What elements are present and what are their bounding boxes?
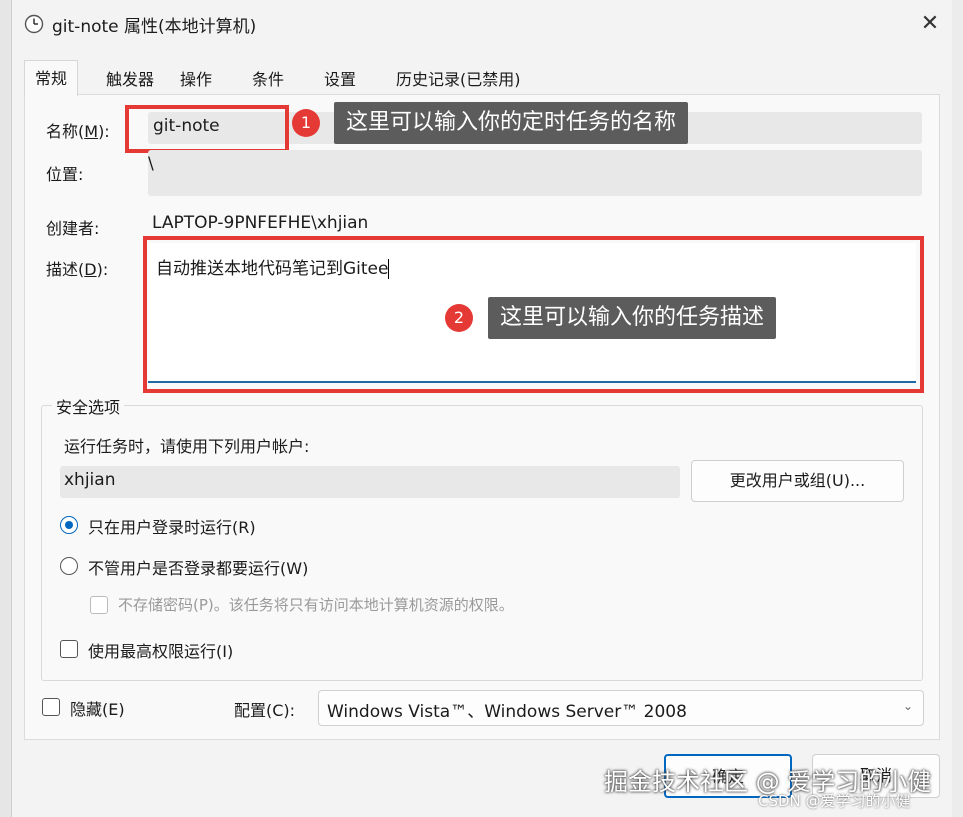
callout-1-text: 这里可以输入你的定时任务的名称 xyxy=(334,102,689,144)
parent-window-edge-right xyxy=(952,0,963,817)
no-store-password-checkbox xyxy=(90,596,108,614)
close-icon[interactable]: ✕ xyxy=(912,8,948,40)
user-account-value: xhjian xyxy=(64,470,116,490)
watermark-csdn: CSDN @爱学习的小健 xyxy=(758,792,911,810)
window-title: git-note 属性(本地计算机) xyxy=(52,17,257,37)
radio-run-whether-logged-on[interactable] xyxy=(60,557,78,575)
author-label: 创建者: xyxy=(46,219,100,238)
name-label: 名称(M): xyxy=(46,122,110,141)
config-select[interactable]: Windows Vista™、Windows Server™ 2008 ⌄ xyxy=(318,690,924,726)
tab-conditions[interactable]: 条件 xyxy=(242,62,294,96)
name-highlight-box xyxy=(125,105,289,153)
radio-run-whether-logged-on-label[interactable]: 不管用户是否登录都要运行(W) xyxy=(88,555,308,579)
change-user-button[interactable]: 更改用户或组(U)... xyxy=(691,460,904,502)
location-value: \ xyxy=(148,154,154,174)
tab-actions[interactable]: 操作 xyxy=(170,62,222,96)
no-store-password-label: 不存储密码(P)。该任务将只有访问本地计算机资源的权限。 xyxy=(118,596,514,614)
highest-privileges-checkbox[interactable] xyxy=(60,640,78,658)
callout-2-number: 2 xyxy=(445,304,473,332)
run-as-label: 运行任务时，请使用下列用户帐户: xyxy=(64,437,310,456)
tab-history[interactable]: 历史记录(已禁用) xyxy=(386,62,531,96)
security-options-title: 安全选项 xyxy=(52,394,125,418)
tab-settings[interactable]: 设置 xyxy=(314,62,366,96)
tab-general[interactable]: 常规 xyxy=(24,60,79,96)
radio-run-when-logged-on-label[interactable]: 只在用户登录时运行(R) xyxy=(88,514,256,538)
task-clock-icon xyxy=(24,14,44,34)
parent-window-edge xyxy=(0,0,12,817)
radio-run-when-logged-on[interactable] xyxy=(60,516,78,534)
chevron-down-icon: ⌄ xyxy=(903,699,914,713)
callout-1-number: 1 xyxy=(292,109,320,137)
location-label: 位置: xyxy=(46,165,84,184)
location-field xyxy=(148,150,922,196)
highest-privileges-label[interactable]: 使用最高权限运行(I) xyxy=(88,638,233,662)
hidden-label[interactable]: 隐藏(E) xyxy=(70,696,125,720)
tab-triggers[interactable]: 触发器 xyxy=(96,62,164,96)
author-value: LAPTOP-9PNFEFHE\xhjian xyxy=(152,213,369,233)
hidden-checkbox[interactable] xyxy=(42,698,60,716)
config-label: 配置(C): xyxy=(234,701,296,720)
description-label: 描述(D): xyxy=(46,260,109,279)
config-select-value: Windows Vista™、Windows Server™ 2008 xyxy=(327,702,687,722)
user-account-field xyxy=(60,466,680,498)
callout-2-text: 这里可以输入你的任务描述 xyxy=(488,297,777,339)
